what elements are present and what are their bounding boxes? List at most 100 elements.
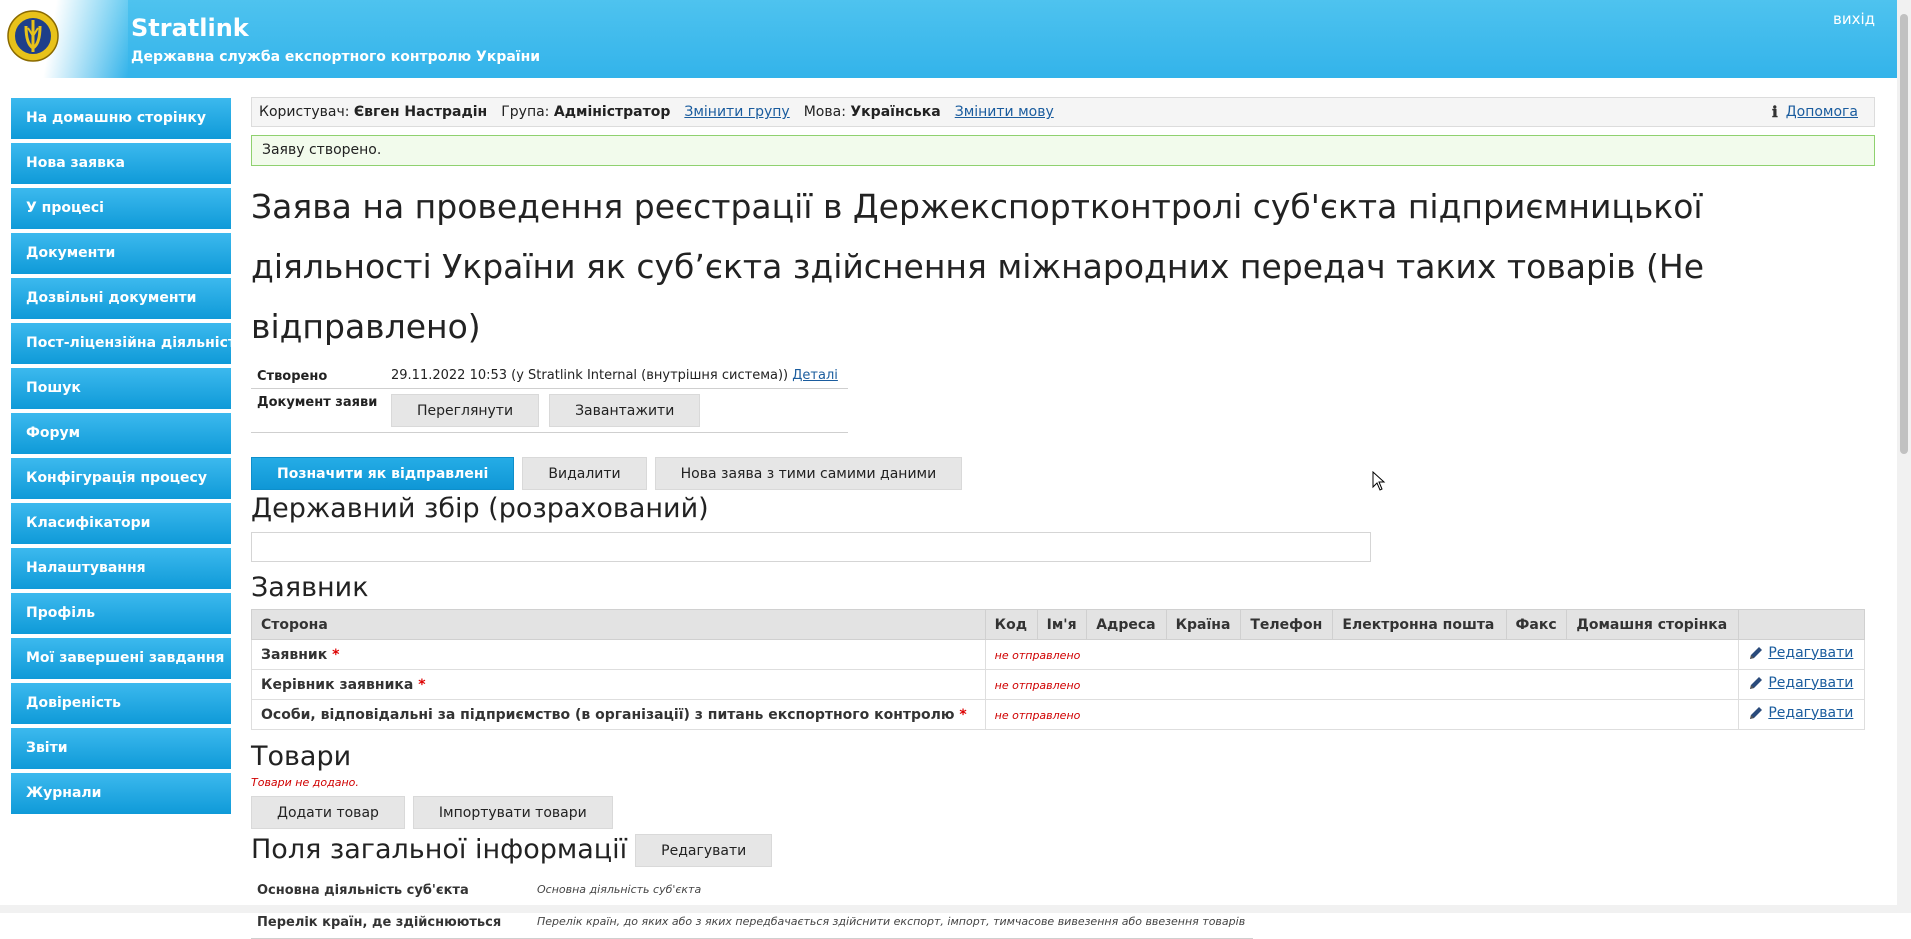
details-link[interactable]: Деталі (792, 368, 838, 383)
sidebar-item-home[interactable]: На домашню сторінку (11, 98, 231, 139)
column-header-actions (1738, 609, 1865, 640)
table-row: Керівник заявника * не отправлено Редагу… (251, 669, 1865, 700)
logout-link[interactable]: вихід (1833, 10, 1875, 28)
party-edit-cell: Редагувати (1738, 669, 1865, 700)
logo-area (0, 0, 128, 78)
sidebar-item-settings[interactable]: Налаштування (11, 548, 231, 589)
sidebar-item-in-progress[interactable]: У процесі (11, 188, 231, 229)
new-same-data-button[interactable]: Нова заява з тими самими даними (654, 457, 963, 490)
column-header: Країна (1165, 609, 1242, 640)
pencil-icon (1750, 676, 1763, 689)
column-header: Сторона (251, 609, 986, 640)
app-header: Stratlink Державна служба експортного ко… (0, 0, 1897, 78)
column-header: Ім'я (1036, 609, 1088, 640)
table-row: Основна діяльність суб'єкта Основна діял… (251, 875, 1253, 907)
success-notice: Заяву створено. (251, 135, 1875, 166)
horizontal-scrollbar[interactable] (0, 905, 1897, 913)
applicant-section-title: Заявник (251, 572, 369, 603)
goods-actions: Додати товар Імпортувати товари (251, 796, 1875, 829)
party-status: не отправлено (984, 639, 1740, 670)
group-name: Адміністратор (553, 104, 671, 120)
sidebar-item-search[interactable]: Пошук (11, 368, 231, 409)
column-header: Факс (1505, 609, 1568, 640)
general-info-header: Поля загальної інформації Редагувати (251, 833, 1875, 867)
sidebar-item-reports[interactable]: Звіти (11, 728, 231, 769)
pencil-icon (1750, 706, 1763, 719)
sidebar-item-completed-tasks[interactable]: Мої завершені завдання (11, 638, 231, 679)
sidebar-item-process-config[interactable]: Конфігурація процесу (11, 458, 231, 499)
sidebar-item-classifiers[interactable]: Класифікатори (11, 503, 231, 544)
column-header: Код (984, 609, 1038, 640)
sidebar-item-forum[interactable]: Форум (11, 413, 231, 454)
party-status: не отправлено (984, 699, 1740, 730)
sidebar-item-power-of-attorney[interactable]: Довіреність (11, 683, 231, 724)
edit-party-link[interactable]: Редагувати (1748, 705, 1853, 721)
document-label: Документ заяви (257, 395, 378, 410)
language-name: Українська (850, 104, 941, 120)
info-icon: ℹ (1772, 103, 1778, 121)
sidebar-item-post-license[interactable]: Пост-ліцензійна діяльність (11, 323, 231, 364)
party-status: не отправлено (984, 669, 1740, 700)
view-document-button[interactable]: Переглянути (391, 394, 540, 427)
sidebar-item-profile[interactable]: Профіль (11, 593, 231, 634)
add-goods-button[interactable]: Додати товар (251, 796, 405, 829)
sidebar-item-new-application[interactable]: Нова заявка (11, 143, 231, 184)
created-date: 29.11.2022 10:53 (у Stratlink Internal (… (391, 368, 789, 383)
help-area: ℹ Допомога (1772, 103, 1858, 121)
party-edit-cell: Редагувати (1738, 639, 1865, 670)
page-title: Заява на проведення реєстрації в Держекс… (251, 187, 1705, 346)
column-header: Телефон (1240, 609, 1334, 640)
import-goods-button[interactable]: Імпортувати товари (412, 796, 613, 829)
created-row: Створено 29.11.2022 10:53 (у Stratlink I… (251, 363, 848, 389)
info-label: Основна діяльність суб'єкта (251, 875, 531, 907)
help-link[interactable]: Допомога (1786, 104, 1858, 120)
party-name: Заявник * (251, 639, 986, 670)
user-name: Євген Настрадін (353, 104, 488, 120)
fee-box (251, 532, 1371, 562)
application-actions: Позначити як відправлені Видалити Нова з… (251, 457, 1875, 490)
goods-empty-message: Товари не додано. (251, 776, 359, 789)
language-label: Мова: (803, 104, 846, 120)
party-edit-cell: Редагувати (1738, 699, 1865, 730)
fee-section-title: Державний збір (розрахований) (251, 493, 709, 524)
column-header: Електронна пошта (1332, 609, 1507, 640)
user-info-bar: Користувач: Євген Настрадін Група: Адмін… (251, 97, 1875, 127)
site-title: Stratlink (131, 14, 249, 42)
coat-of-arms-logo (7, 10, 59, 62)
created-label: Створено (257, 369, 328, 384)
parties-table: Сторона Код Ім'я Адреса Країна Телефон Е… (251, 609, 1865, 730)
scrollbar-thumb[interactable] (1900, 14, 1908, 454)
column-header: Адреса (1086, 609, 1167, 640)
column-header: Домашня сторінка (1566, 609, 1740, 640)
party-name: Особи, відповідальні за підприємство (в … (251, 699, 986, 730)
general-info-title: Поля загальної інформації (251, 834, 628, 865)
edit-party-link[interactable]: Редагувати (1748, 675, 1853, 691)
document-row: Документ заяви Переглянути Завантажити (251, 389, 848, 433)
site-subtitle: Державна служба експортного контролю Укр… (131, 49, 541, 65)
edit-party-link[interactable]: Редагувати (1748, 645, 1853, 661)
group-label: Група: (501, 104, 550, 120)
created-value: 29.11.2022 10:53 (у Stratlink Internal (… (391, 363, 838, 388)
sidebar-nav: На домашню сторінку Нова заявка У процес… (11, 98, 231, 818)
info-value: Основна діяльність суб'єкта (531, 875, 1253, 907)
pencil-icon (1750, 646, 1763, 659)
edit-general-info-button[interactable]: Редагувати (635, 833, 773, 867)
download-document-button[interactable]: Завантажити (549, 394, 701, 427)
user-label: Користувач: (259, 104, 350, 120)
change-language-link[interactable]: Змінити мову (955, 104, 1054, 120)
table-row: Особи, відповідальні за підприємство (в … (251, 699, 1865, 730)
party-name: Керівник заявника * (251, 669, 986, 700)
goods-section-title: Товари (251, 741, 352, 772)
sidebar-item-permits[interactable]: Дозвільні документи (11, 278, 231, 319)
table-row: Заявник * не отправлено Редагувати (251, 639, 1865, 670)
delete-button[interactable]: Видалити (522, 457, 647, 490)
change-group-link[interactable]: Змінити групу (684, 104, 789, 120)
application-meta: Створено 29.11.2022 10:53 (у Stratlink I… (251, 363, 848, 433)
table-header-row: Сторона Код Ім'я Адреса Країна Телефон Е… (251, 609, 1865, 640)
sidebar-item-logs[interactable]: Журнали (11, 773, 231, 814)
sidebar-item-documents[interactable]: Документи (11, 233, 231, 274)
vertical-scrollbar[interactable] (1897, 0, 1911, 913)
mark-sent-button[interactable]: Позначити як відправлені (251, 457, 515, 490)
mouse-cursor-icon (1372, 471, 1386, 491)
document-actions: Переглянути Завантажити (391, 389, 701, 432)
